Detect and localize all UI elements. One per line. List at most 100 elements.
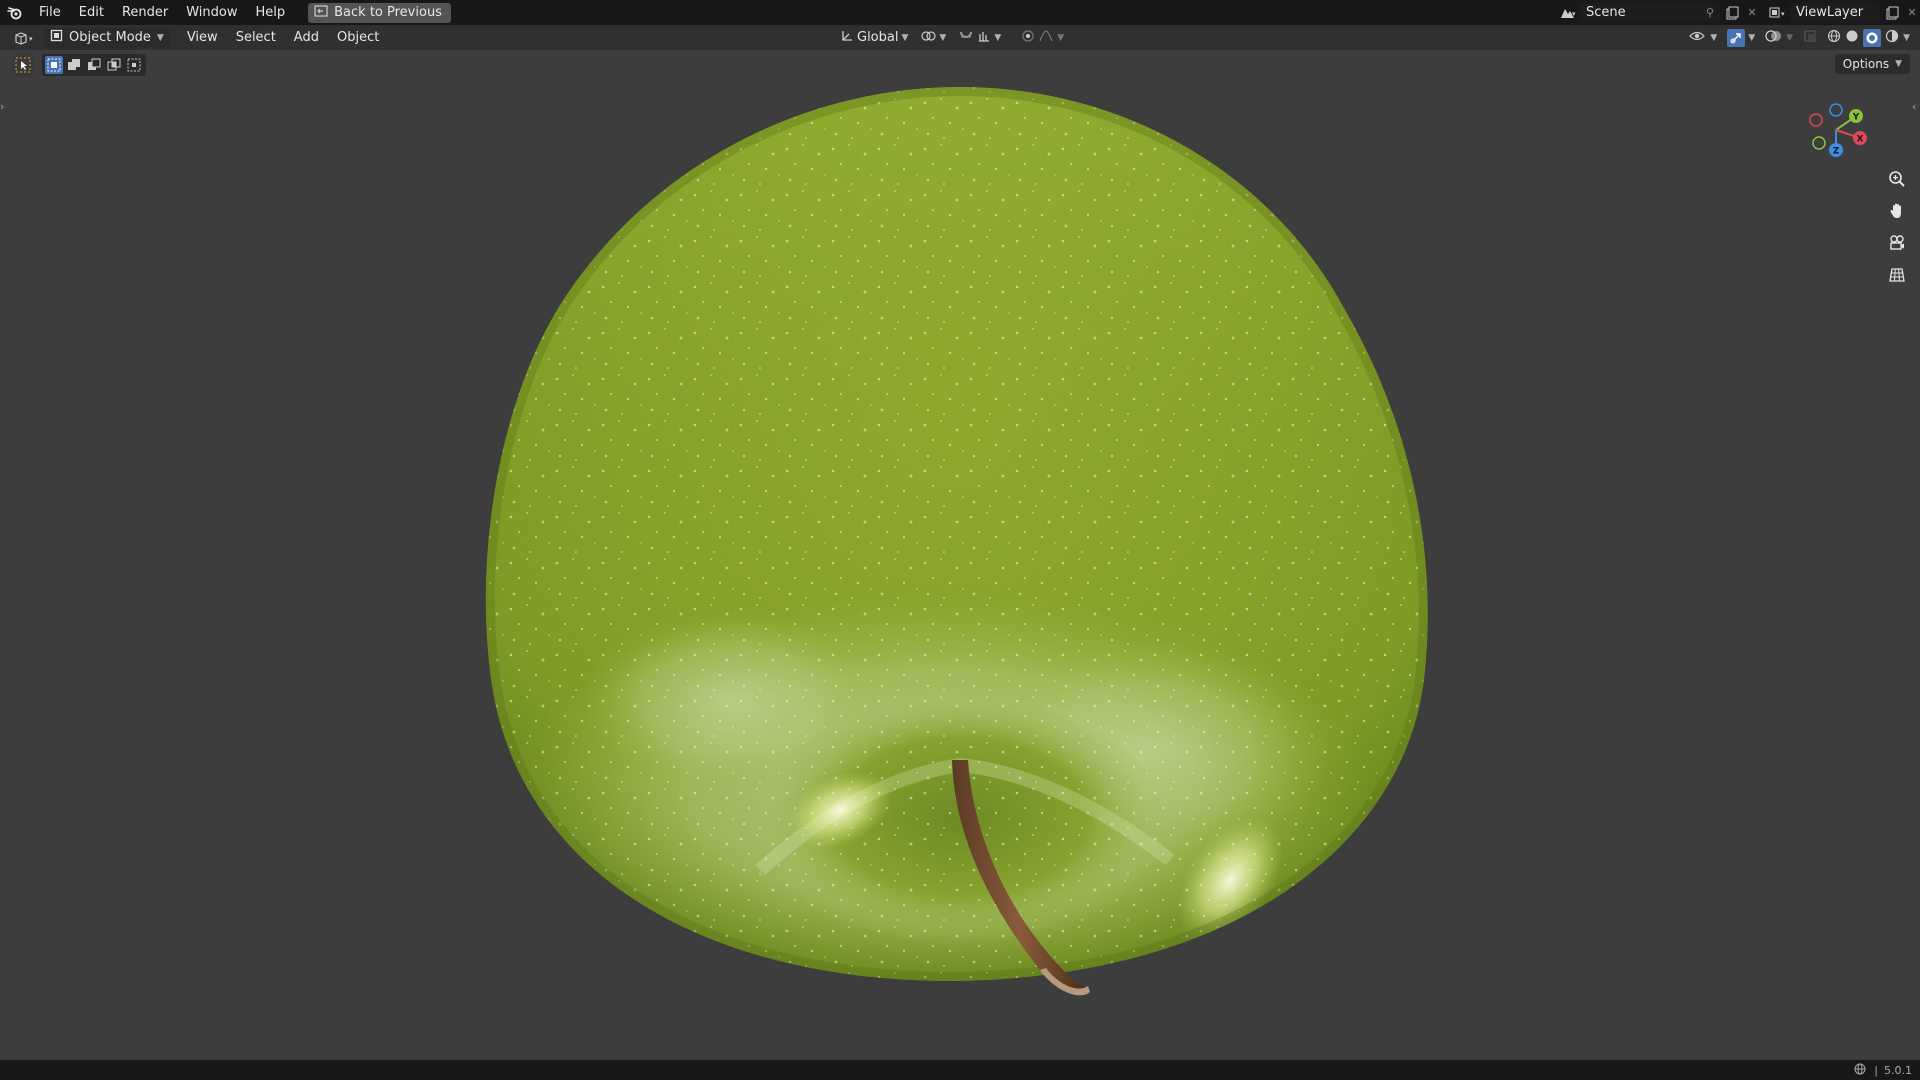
apple-render xyxy=(485,87,1428,996)
eye-selectability-icon xyxy=(1689,29,1707,47)
material-preview-shading-icon[interactable] xyxy=(1863,28,1882,47)
menu-select[interactable]: Select xyxy=(227,25,285,50)
pin-icon[interactable]: ⚲ xyxy=(1706,6,1714,19)
status-bar: | 5.0.1 xyxy=(0,1060,1920,1080)
navigation-buttons xyxy=(1884,166,1910,288)
back-to-previous-label: Back to Previous xyxy=(334,5,442,20)
3d-viewport[interactable]: Options ▼ › ‹ Y X Z xyxy=(0,50,1920,1060)
svg-text:▾: ▾ xyxy=(1572,10,1576,18)
back-icon xyxy=(314,4,328,21)
object-mode-label: Object Mode xyxy=(69,30,151,45)
orientation-icon xyxy=(840,29,854,47)
shading-modes: ▼ xyxy=(1823,28,1914,48)
view-layer-name: ViewLayer xyxy=(1796,5,1864,20)
editor-type-icon[interactable]: ▾ xyxy=(10,28,40,48)
falloff-curve-icon xyxy=(1038,29,1054,47)
svg-text:▾: ▾ xyxy=(29,35,33,43)
chevron-down-icon: ▼ xyxy=(939,32,947,43)
gizmo-toggle[interactable]: ▼ xyxy=(1723,28,1759,48)
blender-logo-icon[interactable] xyxy=(0,0,30,25)
chevron-down-icon: ▼ xyxy=(1786,32,1794,43)
view-layer-name-field[interactable]: ViewLayer xyxy=(1790,2,1880,23)
rendered-shading-icon[interactable] xyxy=(1885,29,1899,47)
back-to-previous-button[interactable]: Back to Previous xyxy=(308,2,451,23)
zoom-icon[interactable] xyxy=(1884,166,1910,192)
chevron-down-icon: ▼ xyxy=(156,32,164,43)
options-dropdown[interactable]: Options ▼ xyxy=(1834,54,1910,74)
y-axis-label: Y xyxy=(1852,113,1860,123)
snap-toggle[interactable]: ▼ xyxy=(954,28,1005,48)
scene-name: Scene xyxy=(1586,5,1626,20)
chevron-down-icon: ▼ xyxy=(1057,32,1065,43)
top-menu-bar: File Edit Render Window Help Back to Pre… xyxy=(0,0,1920,25)
neg-y-axis-handle[interactable] xyxy=(1812,136,1826,150)
solid-shading-icon[interactable] xyxy=(1845,29,1859,47)
viewport-display-tools: ▼ ▼ ▼ ▼ xyxy=(1685,25,1914,50)
chevron-down-icon: ▼ xyxy=(1710,32,1718,43)
menu-help[interactable]: Help xyxy=(247,0,295,25)
overlays-icon xyxy=(1765,29,1783,47)
menu-object[interactable]: Object xyxy=(328,25,388,50)
viewport-header: ▾ Object Mode ▼ View Select Add Object G… xyxy=(0,25,1920,50)
object-mode-icon xyxy=(50,29,63,46)
svg-text:▾: ▾ xyxy=(1781,10,1785,18)
select-difference-icon[interactable] xyxy=(105,56,123,74)
menu-view[interactable]: View xyxy=(178,25,227,50)
network-icon[interactable] xyxy=(1854,1063,1868,1078)
selection-tools xyxy=(12,54,146,76)
object-mode-dropdown[interactable]: Object Mode ▼ xyxy=(44,27,170,48)
snap-increment-icon xyxy=(977,29,991,47)
camera-view-icon[interactable] xyxy=(1884,230,1910,256)
sidebar-expand-icon[interactable]: ‹ xyxy=(1912,100,1920,114)
select-tool-button[interactable] xyxy=(12,54,34,76)
transform-tools: Global ▼ ▼ ▼ ▼ xyxy=(836,25,1068,50)
delete-scene-icon[interactable]: ✕ xyxy=(1744,3,1760,23)
chevron-down-icon: ▼ xyxy=(1748,32,1756,43)
pivot-icon xyxy=(920,29,937,47)
menu-render[interactable]: Render xyxy=(113,0,177,25)
xray-toggle[interactable] xyxy=(1799,28,1821,48)
chevron-down-icon: ▼ xyxy=(901,32,909,43)
scene-selector-icon[interactable]: ▾ xyxy=(1556,3,1580,23)
gizmo-icon xyxy=(1727,28,1746,47)
select-subtract-icon[interactable] xyxy=(85,56,103,74)
proportional-edit-icon xyxy=(1021,29,1035,47)
select-new-icon[interactable] xyxy=(45,56,63,74)
snap-magnet-icon xyxy=(958,29,974,47)
options-label: Options xyxy=(1842,57,1890,71)
menu-edit[interactable]: Edit xyxy=(70,0,113,25)
menu-add[interactable]: Add xyxy=(285,25,328,50)
select-extend-icon[interactable] xyxy=(65,56,83,74)
navigation-gizmo[interactable]: Y X Z xyxy=(1796,88,1876,168)
version-label: 5.0.1 xyxy=(1884,1063,1912,1077)
blender-window: File Edit Render Window Help Back to Pre… xyxy=(0,0,1920,1080)
wireframe-shading-icon[interactable] xyxy=(1827,29,1841,47)
chevron-down-icon: ▼ xyxy=(1895,59,1902,69)
proportional-editing-toggle[interactable]: ▼ xyxy=(1017,28,1068,48)
new-view-layer-icon[interactable] xyxy=(1880,3,1904,23)
pivot-point-dropdown[interactable]: ▼ xyxy=(916,28,950,48)
transform-orientation-dropdown[interactable]: Global ▼ xyxy=(836,28,912,48)
x-axis-label: X xyxy=(1857,135,1864,145)
new-scene-icon[interactable] xyxy=(1720,3,1744,23)
top-right-controls: ▾ Scene ⚲ ✕ ▾ ViewLayer ✕ xyxy=(1556,0,1920,25)
ortho-grid-icon[interactable] xyxy=(1884,262,1910,288)
scene-name-field[interactable]: Scene ⚲ xyxy=(1580,2,1720,23)
status-separator: | xyxy=(1874,1063,1878,1077)
view-layer-selector-icon[interactable]: ▾ xyxy=(1766,3,1790,23)
menu-file[interactable]: File xyxy=(30,0,70,25)
neg-x-axis-handle[interactable] xyxy=(1809,113,1823,127)
xray-icon xyxy=(1803,29,1817,47)
select-intersect-icon[interactable] xyxy=(125,56,143,74)
overlays-toggle[interactable]: ▼ xyxy=(1761,28,1797,48)
menu-window[interactable]: Window xyxy=(177,0,246,25)
chevron-down-icon: ▼ xyxy=(994,32,1002,43)
toolbar-expand-icon[interactable]: › xyxy=(0,100,8,114)
neg-z-axis-handle[interactable] xyxy=(1829,103,1843,117)
chevron-down-icon[interactable]: ▼ xyxy=(1903,33,1910,43)
pan-hand-icon[interactable] xyxy=(1884,198,1910,224)
visibility-dropdown[interactable]: ▼ xyxy=(1685,28,1721,48)
selection-mode-group xyxy=(42,54,146,76)
z-axis-label: Z xyxy=(1833,147,1840,157)
delete-view-layer-icon[interactable]: ✕ xyxy=(1904,3,1920,23)
